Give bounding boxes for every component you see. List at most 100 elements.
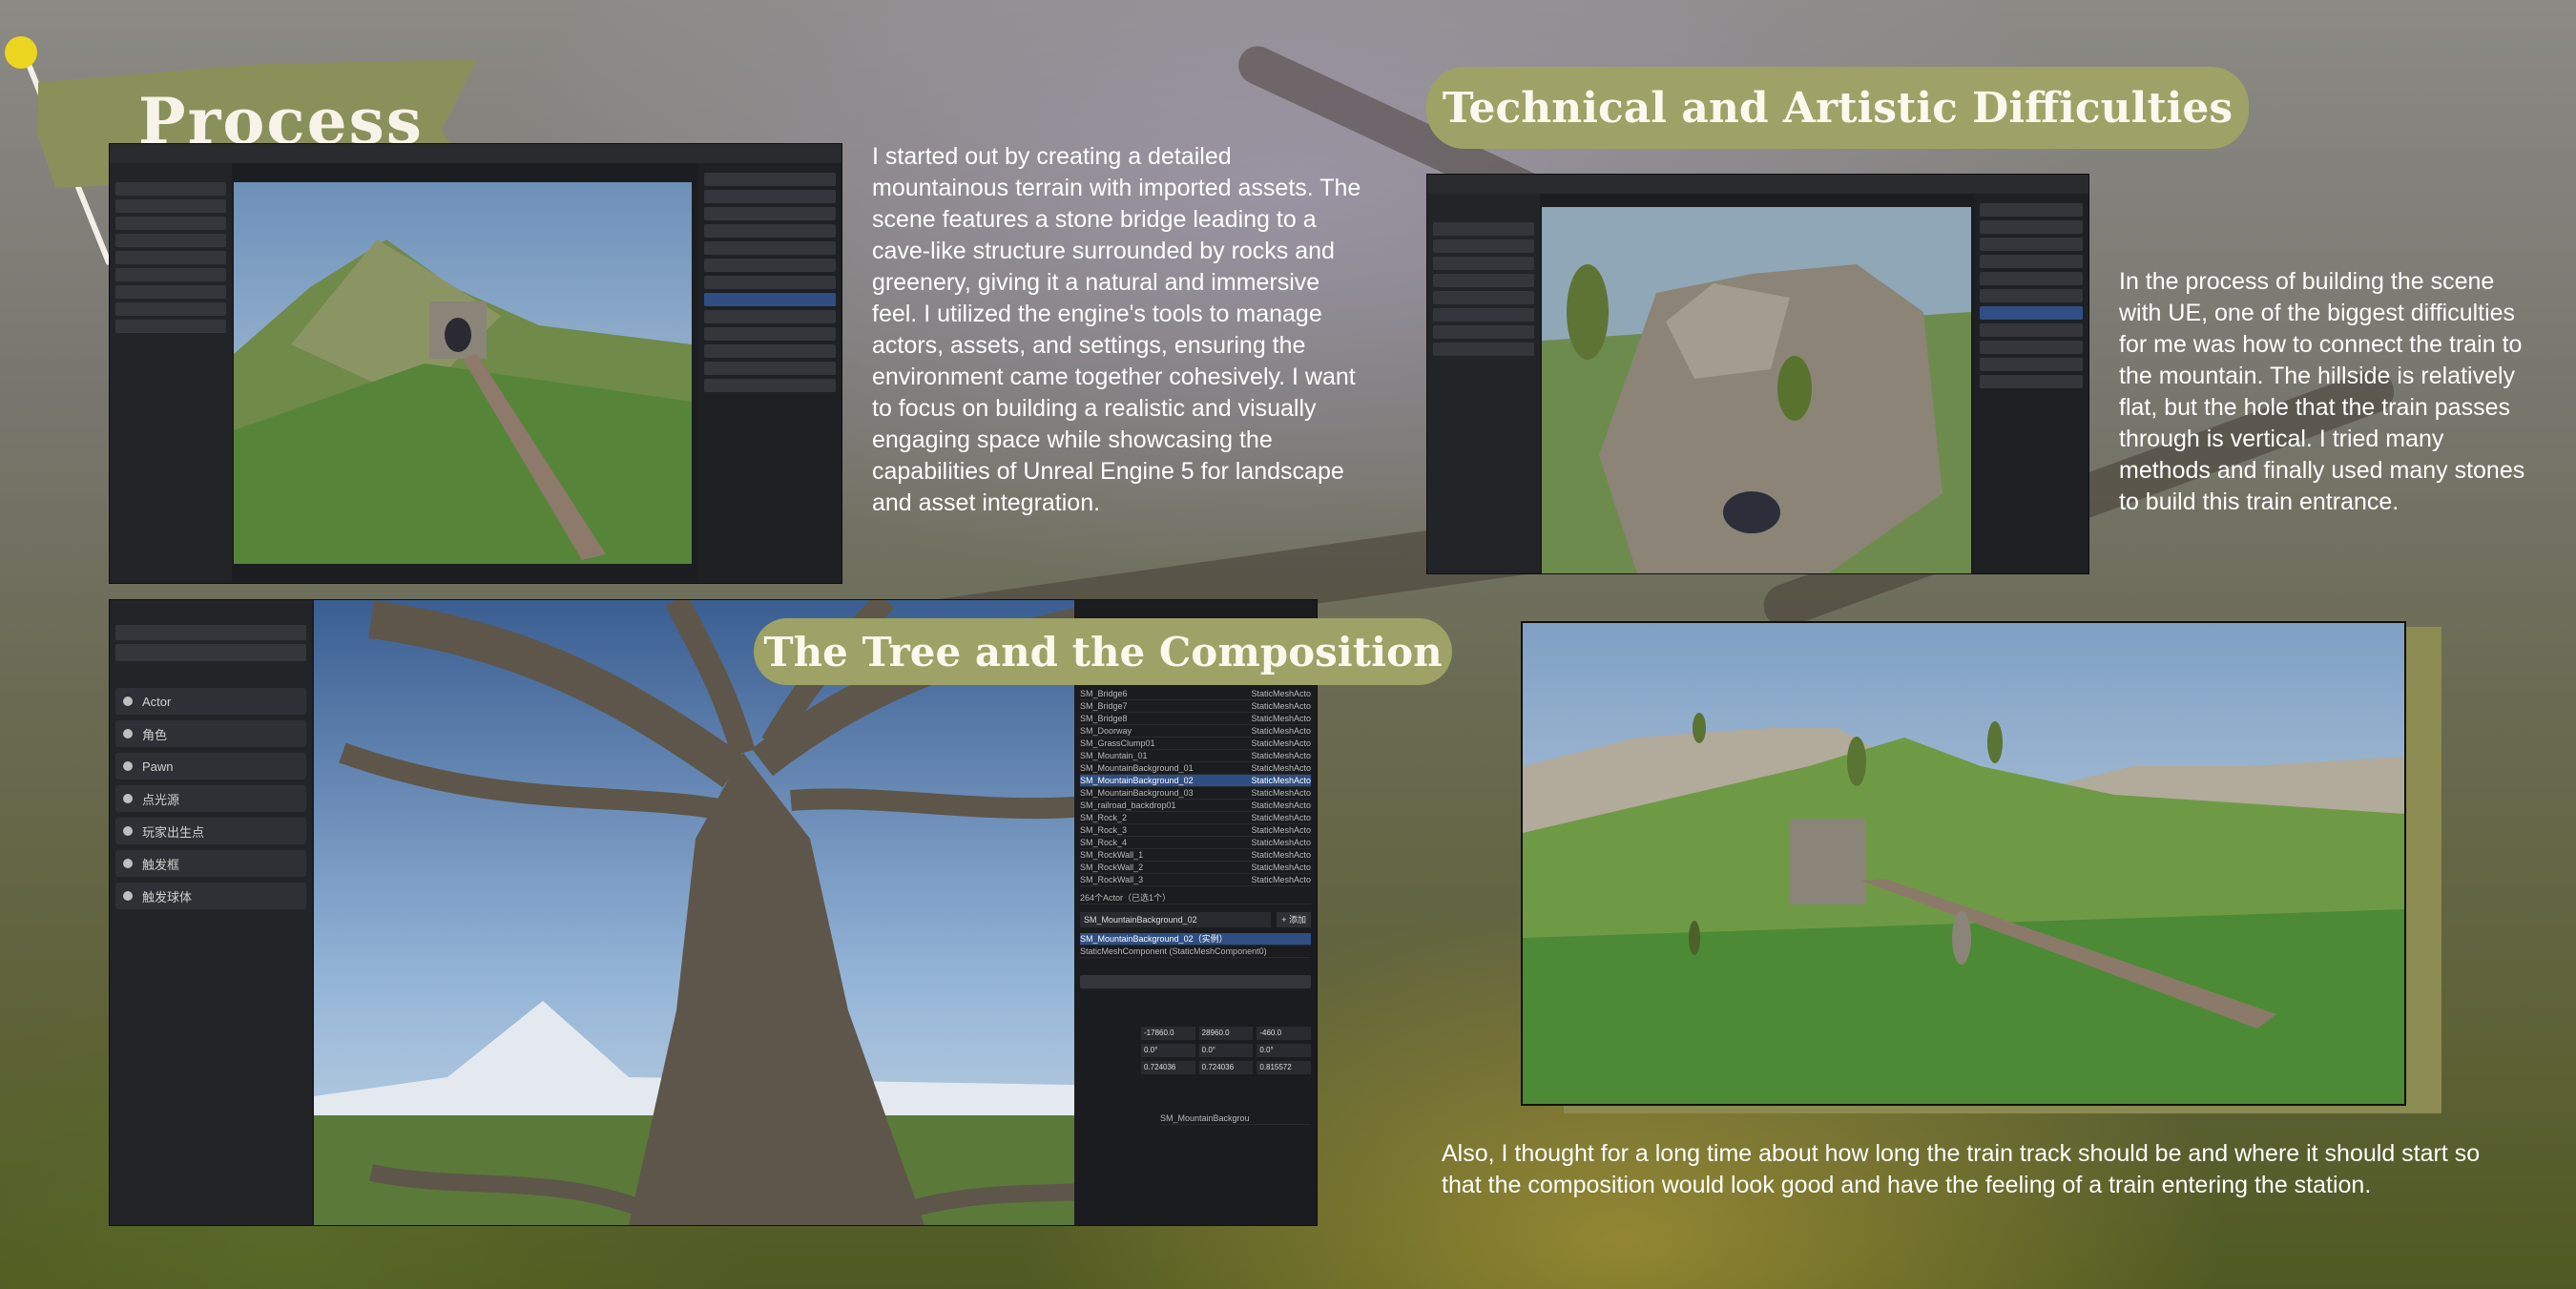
outliner-row-name: SM_Rock_4	[1080, 838, 1128, 847]
details-search[interactable]	[1080, 975, 1311, 988]
outliner-row-name: SM_MountainBackground_02	[1080, 776, 1194, 785]
trigger-box-icon	[123, 859, 133, 868]
outliner-row-name: SM_MountainBackground_01	[1080, 763, 1194, 773]
tree-editor-screenshot: Actor 角色 Pawn 点光源 玩家出生点 触发框 触发球体 SM_Brid…	[109, 599, 1318, 1226]
outliner-row[interactable]: SM_Mountain_01 StaticMeshActo	[1080, 750, 1311, 762]
place-actor-item[interactable]: 触发框	[115, 850, 306, 877]
editor-outliner-panel	[698, 163, 841, 583]
outliner-row-name: SM_RockWall_1	[1080, 850, 1144, 860]
outliner-row-type: StaticMeshActo	[1251, 751, 1311, 760]
tree-render	[314, 600, 1180, 1225]
composition-title: The Tree and the Composition	[754, 618, 1452, 685]
outliner-row[interactable]: SM_RockWall_3 StaticMeshActo	[1080, 874, 1311, 886]
place-actor-item[interactable]: 触发球体	[115, 883, 306, 909]
outliner-row-name: SM_Mountain_01	[1080, 751, 1148, 760]
outliner-row-type: StaticMeshActo	[1251, 689, 1311, 698]
outliner-row-name: SM_Rock_3	[1080, 825, 1128, 835]
outliner-row[interactable]: SM_Rock_2 StaticMeshActo	[1080, 812, 1311, 824]
editor-viewport[interactable]	[314, 600, 1180, 1225]
place-actor-item[interactable]: Actor	[115, 688, 306, 715]
transform-field[interactable]: 0.724036	[1198, 1061, 1254, 1074]
transform-field[interactable]: 0.0°	[1198, 1044, 1254, 1057]
editor-viewport[interactable]	[1542, 207, 1971, 573]
outliner-row-type: StaticMeshActo	[1251, 714, 1311, 723]
editor-menu-bar	[1427, 175, 2088, 194]
outliner-row-name: SM_railroad_backdrop01	[1080, 800, 1176, 810]
editor-outliner-panel	[1974, 194, 2088, 573]
outliner-row-name: SM_Rock_2	[1080, 813, 1128, 822]
editor-viewport[interactable]	[234, 182, 692, 564]
mesh-field[interactable]: SM_MountainBackgrou	[1160, 1112, 1311, 1125]
outliner-row[interactable]: SM_MountainBackground_01 StaticMeshActo	[1080, 762, 1311, 775]
outliner-row-type: StaticMeshActo	[1251, 825, 1311, 835]
outliner-row-type: StaticMeshActo	[1251, 875, 1311, 884]
technical-title: Technical and Artistic Difficulties	[1426, 67, 2249, 149]
outliner-row-name: SM_RockWall_3	[1080, 875, 1144, 884]
details-instance-row[interactable]: SM_MountainBackground_02（实例）	[1080, 933, 1311, 946]
outliner-row[interactable]: SM_Bridge6 StaticMeshActo	[1080, 688, 1311, 700]
flag-knob	[5, 36, 37, 69]
outliner-row-name: SM_Bridge7	[1080, 701, 1128, 711]
transform-field[interactable]: -17860.0	[1141, 1027, 1195, 1040]
transform-field[interactable]: 0.0°	[1257, 1044, 1311, 1057]
outliner-row[interactable]: SM_RockWall_1 StaticMeshActo	[1080, 849, 1311, 862]
actor-icon	[123, 696, 133, 706]
outliner-row[interactable]: SM_MountainBackground_03 StaticMeshActo	[1080, 787, 1311, 800]
outliner-row[interactable]: SM_Bridge7 StaticMeshActo	[1080, 700, 1311, 713]
outliner-row[interactable]: SM_Rock_4 StaticMeshActo	[1080, 837, 1311, 849]
outliner-row[interactable]: SM_MountainBackground_02 StaticMeshActo	[1080, 775, 1311, 787]
composition-paragraph: Also, I thought for a long time about ho…	[1442, 1140, 2481, 1198]
technical-editor-screenshot	[1426, 174, 2089, 574]
process-editor-screenshot	[109, 143, 842, 584]
add-component-button[interactable]: + 添加	[1277, 912, 1311, 927]
outliner-row[interactable]: SM_railroad_backdrop01 StaticMeshActo	[1080, 800, 1311, 812]
selected-actor-field[interactable]: SM_MountainBackground_02	[1080, 912, 1272, 927]
outliner-row-name: SM_RockWall_2	[1080, 863, 1144, 872]
outliner-row-name: SM_MountainBackground_03	[1080, 788, 1194, 798]
editor-place-actors-panel: Actor 角色 Pawn 点光源 玩家出生点 触发框 触发球体	[110, 600, 312, 1225]
technical-paragraph: In the process of building the scene wit…	[2119, 268, 2525, 515]
transform-field[interactable]: 28960.0	[1198, 1027, 1254, 1040]
editor-outliner-details-panel: SM_Bridge6 StaticMeshActo SM_Bridge7 Static…	[1074, 600, 1317, 1225]
point-light-icon	[123, 794, 133, 803]
outliner-row-type: StaticMeshActo	[1251, 738, 1311, 748]
outliner-row[interactable]: SM_Doorway StaticMeshActo	[1080, 725, 1311, 738]
outliner-row-name: SM_GrassClump01	[1080, 738, 1155, 748]
outliner-row[interactable]: SM_RockWall_2 StaticMeshActo	[1080, 862, 1311, 874]
actor-count: 264个Actor（已选1个）	[1080, 892, 1311, 904]
outliner-list: SM_Bridge6 StaticMeshActo SM_Bridge7 Static…	[1074, 688, 1317, 886]
outliner-row-type: StaticMeshActo	[1251, 776, 1311, 785]
train-track-render	[1523, 623, 2404, 1104]
composition-render	[1521, 621, 2406, 1106]
outliner-row-type: StaticMeshActo	[1251, 800, 1311, 810]
outliner-row[interactable]: SM_Rock_3 StaticMeshActo	[1080, 824, 1311, 837]
place-actor-item[interactable]: 玩家出生点	[115, 818, 306, 844]
outliner-row-type: StaticMeshActo	[1251, 726, 1311, 736]
outliner-row-type: StaticMeshActo	[1251, 763, 1311, 773]
pawn-icon	[123, 761, 133, 771]
editor-place-actors-panel	[110, 163, 232, 583]
character-icon	[123, 729, 133, 738]
place-actor-item[interactable]: Pawn	[115, 753, 306, 780]
transform-field[interactable]: -460.0	[1257, 1027, 1311, 1040]
transform-field[interactable]: 0.724036	[1141, 1061, 1195, 1074]
transform-field[interactable]: 0.815572	[1257, 1061, 1311, 1074]
outliner-row[interactable]: SM_GrassClump01 StaticMeshActo	[1080, 738, 1311, 750]
outliner-row-name: SM_Bridge6	[1080, 689, 1128, 698]
outliner-row-type: StaticMeshActo	[1251, 863, 1311, 872]
details-component-row[interactable]: StaticMeshComponent (StaticMeshComponent…	[1080, 946, 1311, 958]
place-actor-item[interactable]: 点光源	[115, 785, 306, 812]
outliner-row-type: StaticMeshActo	[1251, 701, 1311, 711]
process-paragraph: I started out by creating a detailed mou…	[872, 143, 1361, 516]
outliner-row[interactable]: SM_Bridge8 StaticMeshActo	[1080, 713, 1311, 725]
place-actor-item[interactable]: 角色	[115, 720, 306, 747]
outliner-row-type: StaticMeshActo	[1251, 838, 1311, 847]
bridge-mountain-render	[234, 182, 692, 564]
rock-entrance-render	[1542, 207, 1971, 573]
outliner-row-type: StaticMeshActo	[1251, 788, 1311, 798]
trigger-sphere-icon	[123, 891, 133, 901]
transform-field[interactable]: 0.0°	[1141, 1044, 1195, 1057]
editor-menu-bar	[110, 144, 841, 163]
editor-place-actors-panel	[1427, 194, 1540, 573]
outliner-row-type: StaticMeshActo	[1251, 850, 1311, 860]
